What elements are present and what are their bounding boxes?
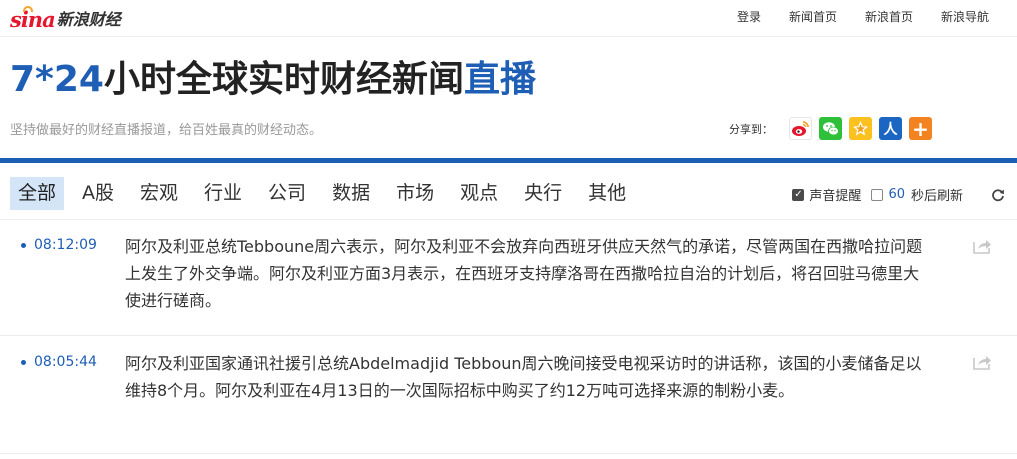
- tab-data[interactable]: 数据: [324, 177, 378, 210]
- news-item: 08:05:44 阿尔及利亚国家通讯社援引总统Abdelmadjid Tebbo…: [0, 336, 1017, 454]
- timeline-dot: [21, 243, 26, 248]
- page-slogan: 坚持做最好的财经直播报道，给百姓最真的财经动态。: [10, 123, 323, 138]
- header-divider: [0, 158, 1017, 163]
- refresh-seconds: 60: [888, 187, 905, 202]
- share-bar: 分享到： 人 +: [729, 117, 939, 140]
- news-time: 08:05:44: [34, 354, 97, 370]
- logo-sina-text: sina: [10, 7, 56, 32]
- tab-a-shares[interactable]: A股: [74, 177, 122, 210]
- tab-central-bank[interactable]: 央行: [516, 177, 570, 210]
- sina-home-link[interactable]: 新浪首页: [865, 9, 913, 25]
- tab-industry[interactable]: 行业: [196, 177, 250, 210]
- news-text: 阿尔及利亚国家通讯社援引总统Abdelmadjid Tebboun周六晚间接受电…: [125, 354, 922, 400]
- logo-eye-icon: [23, 6, 33, 12]
- tab-all[interactable]: 全部: [10, 177, 65, 210]
- feed-tools: ✓ 声音提醒 60 秒后刷新: [792, 185, 1005, 204]
- tab-company[interactable]: 公司: [260, 177, 314, 210]
- news-home-link[interactable]: 新闻首页: [789, 9, 837, 25]
- top-bar: sina 新浪财经 登录 新闻首页 新浪首页 新浪导航: [0, 0, 1017, 37]
- sound-alert-toggle[interactable]: ✓ 声音提醒: [792, 185, 861, 204]
- title-part-724: 7*24: [10, 59, 104, 100]
- news-time: 08:12:09: [34, 237, 97, 253]
- wechat-icon[interactable]: [819, 117, 842, 140]
- tab-other[interactable]: 其他: [580, 177, 634, 210]
- weibo-icon[interactable]: [789, 117, 812, 140]
- category-tabs: 全部 A股 宏观 行业 公司 数据 市场 观点 央行 其他: [10, 177, 644, 210]
- share-icon[interactable]: [972, 238, 992, 254]
- sound-alert-label: 声音提醒: [809, 189, 862, 204]
- page-title: 7*24小时全球实时财经新闻直播: [10, 57, 536, 103]
- auto-refresh-toggle[interactable]: 60 秒后刷新: [871, 185, 963, 204]
- more-share-icon[interactable]: +: [909, 117, 932, 140]
- news-feed: 08:12:09 阿尔及利亚总统Tebboune周六表示，阿尔及利亚不会放弃向西…: [0, 220, 1017, 454]
- sina-nav-link[interactable]: 新浪导航: [941, 9, 989, 25]
- timeline-dot: [21, 360, 26, 365]
- tab-macro[interactable]: 宏观: [132, 177, 186, 210]
- qzone-icon[interactable]: [849, 117, 872, 140]
- auto-refresh-checkbox[interactable]: [871, 188, 884, 201]
- share-label: 分享到：: [729, 122, 773, 136]
- renren-icon[interactable]: 人: [879, 117, 902, 140]
- news-text: 阿尔及利亚总统Tebboune周六表示，阿尔及利亚不会放弃向西班牙供应天然气的承…: [125, 237, 923, 310]
- sina-finance-logo[interactable]: sina 新浪财经: [10, 6, 121, 32]
- title-part-main: 小时全球实时财经新闻: [103, 59, 464, 100]
- login-link[interactable]: 登录: [737, 9, 761, 25]
- logo-finance-text: 新浪财经: [56, 10, 121, 29]
- news-item: 08:12:09 阿尔及利亚总统Tebboune周六表示，阿尔及利亚不会放弃向西…: [0, 220, 1017, 336]
- refresh-icon[interactable]: [991, 188, 1005, 202]
- sound-alert-checkbox[interactable]: ✓: [792, 188, 805, 201]
- top-links: 登录 新闻首页 新浪首页 新浪导航: [709, 9, 989, 25]
- auto-refresh-label: 秒后刷新: [910, 189, 963, 204]
- tab-market[interactable]: 市场: [388, 177, 442, 210]
- tab-opinion[interactable]: 观点: [452, 177, 506, 210]
- title-part-live: 直播: [464, 59, 537, 100]
- share-icon[interactable]: [972, 354, 992, 370]
